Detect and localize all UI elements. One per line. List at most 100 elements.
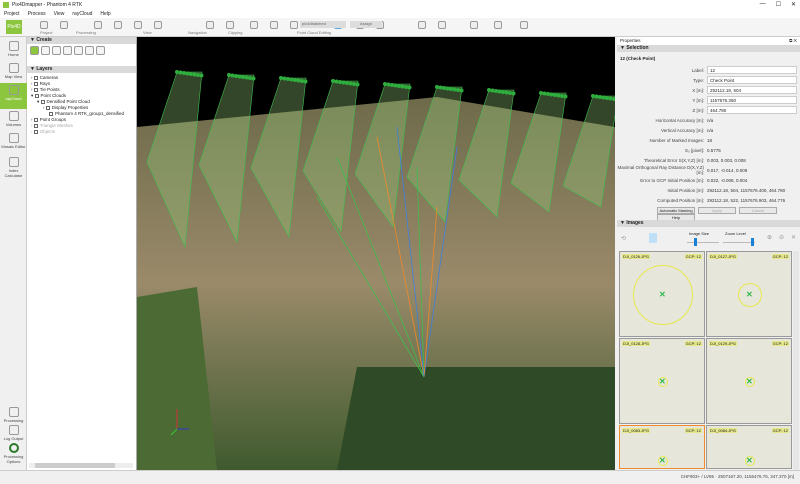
3d-viewport[interactable] [137,37,615,470]
image-size-handle[interactable] [694,238,697,246]
menu-project[interactable]: Project [4,11,20,17]
layer-checkbox[interactable] [33,117,38,122]
layers-header[interactable]: ▼ Layers [27,66,136,73]
toolbar-tool-icon[interactable] [114,21,122,29]
toolbar-tool-icon[interactable] [206,21,214,29]
toolbar-tool-icon[interactable] [250,21,258,29]
toolbar-tool-icon[interactable] [226,21,234,29]
group-label-processing: Processing [76,30,96,35]
property-field[interactable]: 12 [707,66,797,74]
sort-icon[interactable] [649,233,657,243]
layer-item[interactable]: › Objects [31,129,132,135]
toolbar-tool-icon[interactable] [154,21,162,29]
layer-checkbox[interactable] [33,81,38,86]
image-thumbnail[interactable]: DJI_0129.JPG GCP: 12 ✕ [706,338,792,424]
camera-position [490,88,495,93]
select-tool-button[interactable] [30,46,39,55]
coordinates-readout: CHF903+ / LV95 · 2507167.20, 1156476.76,… [680,474,794,479]
point-cloud-select[interactable]: pix4dbatched [300,21,346,28]
orientation-button[interactable] [96,46,105,55]
assign-button[interactable]: Assign [350,21,382,28]
layer-checkbox[interactable] [40,99,45,104]
property-field[interactable]: 292112.18, 504 [707,86,797,94]
zoom-out-icon[interactable]: ⊖ [779,234,784,241]
menu-process[interactable]: Process [28,11,46,17]
nav-index-calculator[interactable]: Index Calculator [0,155,27,181]
toolbar-tool-icon[interactable] [40,21,48,29]
camera-position [338,80,342,84]
toolbar-tool-icon[interactable] [270,21,278,29]
scale-button[interactable] [85,46,94,55]
zoom-in-icon[interactable]: ⊕ [767,234,772,241]
menu-view[interactable]: View [54,11,65,17]
surface-button[interactable] [63,46,72,55]
previous-icon[interactable]: ⟲ [621,235,626,242]
toolbar-tool-icon[interactable] [520,21,528,29]
camera-position [442,86,446,90]
cancel-button[interactable]: Cancel [739,207,777,214]
property-field[interactable]: 464.780 [707,106,797,114]
camera-position [497,89,502,94]
selection-header[interactable]: ▼ Selection [617,45,800,52]
info-row: S₀ [pixel]: 0.5775 [684,147,721,153]
volume-button[interactable] [74,46,83,55]
layer-checkbox[interactable] [33,75,38,80]
layer-checkbox[interactable] [33,87,38,92]
close-button[interactable]: ✕ [791,1,796,8]
layer-checkbox[interactable] [33,129,38,134]
toolbar-tool-icon[interactable] [438,21,446,29]
apply-button[interactable]: Apply [698,207,736,214]
close-panel-icon[interactable]: ⧉ ✕ [789,37,800,45]
image-thumbnail[interactable]: DJI_0127.JPG GCP: 12 ✕ [706,251,792,337]
layer-checkbox[interactable] [33,123,38,128]
image-thumbnail[interactable]: DJI_0128.JPG GCP: 12 ✕ [619,338,705,424]
camera-position [196,73,200,77]
image-thumbnail[interactable]: DJI_0083.JPG GCP: 12 ✕ [619,425,705,469]
toolbar-tool-icon[interactable] [470,21,478,29]
gcp-marker-icon: ✕ [659,456,666,465]
toolbar-tool-icon[interactable] [60,21,68,29]
image-thumbnail[interactable]: DJI_0084.JPG GCP: 12 ✕ [706,425,792,469]
gcp-marker-icon: ✕ [746,456,753,465]
point-cloud-scene[interactable] [137,37,615,470]
property-field[interactable]: Check Point [707,76,797,84]
camera-position [348,81,353,86]
field [337,367,615,470]
window-title: Pix4Dmapper - Phantom 4 RTK [12,2,83,8]
camera-position [397,84,401,88]
zoom-level-handle[interactable] [751,238,754,246]
close-icon[interactable]: ✕ [791,234,796,241]
camera-position [341,80,346,85]
create-header[interactable]: ▼ Create [27,37,136,44]
camera-position [230,73,235,78]
toolbar-tool-icon[interactable] [290,21,298,29]
group-label-point-cloud-editing: Point Cloud Editing [297,30,332,35]
menu-help[interactable]: Help [100,11,110,17]
maximize-button[interactable]: ☐ [776,1,781,8]
toolbar-tool-icon[interactable] [94,21,102,29]
image-size-slider[interactable] [687,242,719,243]
horizontal-scrollbar[interactable] [29,463,133,468]
images-scrollbar[interactable] [793,251,799,470]
images-grid: DJI_0126.JPG GCP: 12 ✕ DJI_0127.JPG GCP: 12 ✕… [619,251,792,470]
image-name: DJI_0129.JPG [709,341,738,346]
nav-processing-options[interactable]: Processing Options [0,441,27,467]
polyline-button[interactable] [52,46,61,55]
nav-raycloud[interactable]: rayCloud [0,83,27,109]
automatic-marking-button[interactable]: Automatic Marking [657,207,695,214]
status-bar: CHF903+ / LV95 · 2507167.20, 1156476.76,… [0,470,800,484]
images-toolbar: ⟲ Image Size Zoom Level ⊕ ⊖ ✕ [617,229,800,249]
layer-checkbox[interactable] [49,111,53,116]
minimize-button[interactable]: — [760,1,766,8]
property-field[interactable]: 1157676.350 [707,96,797,104]
layer-checkbox[interactable] [34,93,39,98]
images-header[interactable]: ▼ Images [617,220,800,227]
nav-mosaic-editor[interactable]: Mosaic Editor [0,131,27,157]
toolbar-tool-icon[interactable] [418,21,426,29]
tie-point-button[interactable] [41,46,50,55]
toolbar-tool-icon[interactable] [134,21,142,29]
image-thumbnail[interactable]: DJI_0126.JPG GCP: 12 ✕ [619,251,705,337]
toolbar-tool-icon[interactable] [494,21,502,29]
layer-checkbox[interactable] [45,105,50,110]
menu-raycloud[interactable]: rayCloud [72,11,92,17]
